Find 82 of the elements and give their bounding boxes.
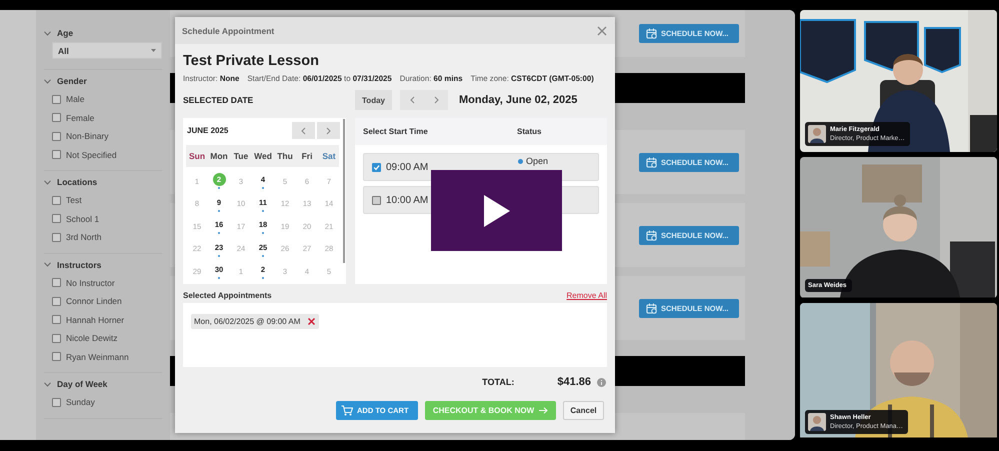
video-play-overlay[interactable]: [431, 170, 562, 251]
checkbox[interactable]: [52, 278, 61, 288]
time-label: 10:00 AM: [386, 194, 428, 206]
checkbox[interactable]: [52, 94, 61, 104]
checkbox[interactable]: [52, 132, 61, 141]
info-icon[interactable]: [597, 378, 606, 386]
age-select[interactable]: All: [52, 42, 162, 59]
checkbox[interactable]: [52, 352, 61, 362]
calendar-icon: [646, 302, 657, 314]
remove-icon[interactable]: [308, 318, 316, 325]
checkbox[interactable]: [52, 315, 61, 324]
option-label: Test: [66, 195, 82, 206]
cancel-button[interactable]: Cancel: [563, 401, 604, 420]
previous-month-button[interactable]: [292, 122, 315, 139]
today-button[interactable]: Today: [355, 90, 392, 110]
checkbox[interactable]: [52, 196, 61, 205]
chevron-icon[interactable]: [44, 78, 51, 84]
option-label: School 1: [66, 214, 100, 224]
checkbox[interactable]: [52, 113, 61, 122]
column-header: Select Start Time: [363, 127, 429, 136]
weekday-label: Sat: [321, 151, 337, 161]
section-title[interactable]: Age: [57, 28, 74, 38]
chevron-left-icon: [410, 96, 414, 104]
chevron-left-icon: [301, 126, 306, 134]
section-title[interactable]: Locations: [57, 177, 98, 187]
checkbox[interactable]: [52, 296, 61, 306]
option-label: Ryan Weinmann: [66, 352, 129, 362]
option-label: Connor Linden: [66, 296, 122, 306]
time-label: 09:00 AM: [386, 162, 428, 172]
total-amount: $41.86: [557, 376, 591, 388]
option-label: Not Specified: [66, 150, 117, 160]
checkout-button[interactable]: CHECKOUT & BOOK NOW: [425, 401, 556, 420]
option-label: Sunday: [66, 397, 95, 408]
option-label: No Instructor: [66, 278, 115, 288]
chevron-icon[interactable]: [44, 30, 51, 36]
remove-all-link[interactable]: Remove All: [566, 291, 607, 300]
caret-icon: [151, 49, 156, 52]
checkbox[interactable]: [52, 150, 61, 160]
weekday-label: Thu: [276, 151, 294, 161]
arrow-right-icon: [539, 407, 548, 414]
status-text: Open: [526, 156, 548, 166]
cart-icon: [341, 405, 353, 416]
section-label: Selected Appointments: [183, 291, 272, 300]
selected-date: Monday, June 02, 2025: [459, 94, 578, 106]
dialog-title: Schedule Appointment: [182, 26, 274, 36]
chevron-icon[interactable]: [44, 262, 51, 267]
month-title: JUNE 2025: [186, 126, 228, 135]
option-label: Hannah Horner: [66, 314, 124, 325]
option-label: Nicole Dewitz: [66, 333, 118, 344]
weekday-label: Fri: [300, 151, 314, 161]
chevron-icon[interactable]: [44, 382, 51, 386]
weekday-label: Tue: [232, 151, 250, 161]
option-label: Non-Binary: [66, 131, 109, 142]
checkbox[interactable]: [52, 214, 61, 224]
checkbox[interactable]: [52, 232, 61, 242]
chevron-icon[interactable]: [44, 180, 51, 184]
chevron-right-icon: [434, 96, 438, 104]
option-label: Male: [66, 94, 84, 104]
checkbox[interactable]: [372, 162, 381, 172]
calendar-icon: [646, 156, 657, 168]
section-title[interactable]: Day of Week: [57, 379, 108, 389]
column-header: Status: [517, 127, 542, 136]
section-title[interactable]: Gender: [57, 76, 87, 86]
total-label: TOTAL:: [482, 377, 514, 387]
option-label: 3rd North: [66, 232, 102, 242]
weekday-label: Sun: [188, 151, 206, 161]
option-label: Female: [66, 112, 94, 123]
checkbox[interactable]: [52, 398, 61, 407]
next-month-button[interactable]: [317, 122, 340, 139]
play-icon: [484, 194, 510, 226]
lesson-title: Test Private Lesson: [183, 53, 320, 69]
calendar-icon: [646, 28, 657, 39]
appointment-text: Mon, 06/02/2025 @ 09:00 AM: [194, 317, 300, 326]
calendar-icon: [646, 230, 657, 240]
checkbox[interactable]: [52, 334, 61, 343]
weekday-label: Mon: [209, 151, 229, 161]
weekday-label: Wed: [253, 151, 273, 161]
section-title[interactable]: Instructors: [57, 260, 102, 270]
chevron-right-icon: [326, 126, 331, 134]
checkbox[interactable]: [372, 196, 381, 204]
close-icon[interactable]: [597, 26, 607, 36]
section-label: SELECTED DATE: [183, 95, 254, 105]
